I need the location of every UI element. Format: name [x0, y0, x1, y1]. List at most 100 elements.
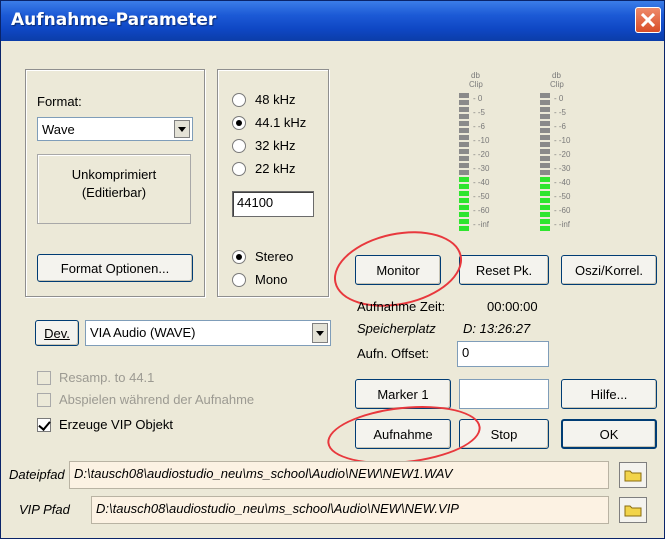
meter-segment — [459, 128, 469, 133]
offset-input[interactable]: 0 — [457, 341, 549, 367]
meter-segment — [540, 219, 550, 224]
meter-segment — [459, 177, 469, 182]
meter-segment — [459, 156, 469, 161]
meter-scale-label: - -60 — [473, 206, 490, 215]
radio-44khz[interactable] — [232, 116, 246, 130]
vip-pfad-browse-button[interactable] — [619, 497, 647, 523]
dev-button[interactable]: Dev. — [35, 320, 79, 346]
format-selected-value: Wave — [42, 122, 75, 137]
ok-button-label: OK — [599, 426, 619, 442]
meter-segment — [540, 226, 550, 231]
reset-pk-button-label: Reset Pk. — [475, 262, 533, 278]
ok-button[interactable]: OK — [561, 419, 657, 449]
meter-segment — [540, 191, 550, 196]
meter-scale-label: - -6 — [473, 122, 485, 131]
meter-segment — [459, 135, 469, 140]
reset-pk-button[interactable]: Reset Pk. — [459, 255, 549, 285]
meter-scale-label: - 0 — [473, 94, 483, 103]
marker-input[interactable] — [459, 379, 549, 409]
meter-segment — [540, 177, 550, 182]
vip-pfad-input[interactable]: D:\tausch08\audiostudio_neu\ms_school\Au… — [91, 496, 609, 524]
sample-rate-input[interactable]: 44100 — [232, 191, 314, 217]
meter-segment — [540, 184, 550, 189]
chevron-down-icon — [174, 120, 190, 138]
dateipfad-label: Dateipfad — [9, 467, 65, 482]
meter-segment — [540, 121, 550, 126]
dialog-window: Aufnahme-Parameter Format: Wave Unkompri… — [0, 0, 665, 539]
close-icon — [641, 13, 655, 27]
oszi-korrel-button[interactable]: Oszi/Korrel. — [561, 255, 657, 285]
meter-segment — [459, 219, 469, 224]
dev-button-label: Dev. — [44, 325, 70, 341]
meter-segment — [540, 135, 550, 140]
vip-pfad-label: VIP Pfad — [19, 502, 70, 517]
radio-22khz[interactable] — [232, 162, 246, 176]
radio-stereo-label: Stereo — [255, 249, 294, 264]
meter-segment — [540, 205, 550, 210]
close-button[interactable] — [635, 7, 661, 33]
meter-segment — [540, 170, 550, 175]
dateipfad-input[interactable]: D:\tausch08\audiostudio_neu\ms_school\Au… — [69, 461, 609, 489]
meter-scale-label: - -inf — [473, 220, 489, 229]
meter-segment — [459, 142, 469, 147]
meter-segment — [540, 114, 550, 119]
meter-db-header: db — [471, 71, 480, 80]
meter-scale-label: - -60 — [554, 206, 571, 215]
radio-32khz[interactable] — [232, 139, 246, 153]
marker-button[interactable]: Marker 1 — [355, 379, 451, 409]
dateipfad-browse-button[interactable] — [619, 462, 647, 488]
device-dropdown[interactable]: VIA Audio (WAVE) — [85, 320, 331, 346]
meter-segment — [459, 170, 469, 175]
meter-scale-label: - -5 — [473, 108, 485, 117]
meter-scale-label: - -40 — [473, 178, 490, 187]
meter-segment — [459, 100, 469, 105]
meter-scale-label: - -20 — [554, 150, 571, 159]
format-label: Format: — [37, 94, 82, 109]
meter-segment — [540, 198, 550, 203]
meter-scale-label: - -50 — [554, 192, 571, 201]
resamp-checkbox[interactable] — [37, 371, 51, 385]
meter-clip-header: Clip — [550, 80, 564, 89]
chevron-down-icon — [312, 323, 328, 343]
meter-segment — [459, 205, 469, 210]
abspielen-checkbox[interactable] — [37, 393, 51, 407]
meter-scale-label: - -40 — [554, 178, 571, 187]
folder-icon — [624, 505, 642, 517]
device-selected-value: VIA Audio (WAVE) — [90, 325, 196, 340]
meter-scale-label: - -inf — [554, 220, 570, 229]
folder-icon — [624, 470, 642, 482]
resamp-label: Resamp. to 44.1 — [59, 370, 155, 385]
meter-segment — [540, 149, 550, 154]
radio-44khz-label: 44.1 kHz — [255, 115, 307, 130]
vip-checkbox[interactable] — [37, 418, 51, 432]
meter-scale-label: - -20 — [473, 150, 490, 159]
meter-segment — [540, 212, 550, 217]
speicherplatz-value: D: 13:26:27 — [463, 321, 531, 336]
meter-segment — [459, 226, 469, 231]
meter-scale-label: - -5 — [554, 108, 566, 117]
meter-segment — [459, 184, 469, 189]
meter-segment — [459, 191, 469, 196]
radio-mono[interactable] — [232, 273, 246, 287]
meter-segment — [540, 93, 550, 98]
meter-clip-header: Clip — [469, 80, 483, 89]
offset-label: Aufn. Offset: — [357, 346, 430, 361]
meter-scale-label: - 0 — [554, 94, 564, 103]
hilfe-button[interactable]: Hilfe... — [561, 379, 657, 409]
meter-segment — [459, 114, 469, 119]
aufnahme-zeit-label: Aufnahme Zeit: — [357, 299, 446, 314]
meter-segment — [459, 163, 469, 168]
radio-22khz-label: 22 kHz — [255, 161, 296, 176]
meter-segment — [540, 107, 550, 112]
meter-scale-label: - -30 — [554, 164, 571, 173]
meter-segment — [540, 156, 550, 161]
compression-line2: (Editierbar) — [81, 185, 147, 200]
radio-48khz[interactable] — [232, 93, 246, 107]
meter-segment — [540, 163, 550, 168]
format-dropdown[interactable]: Wave — [37, 117, 193, 141]
compression-info-box: Unkomprimiert (Editierbar) — [37, 154, 191, 224]
title-bar[interactable]: Aufnahme-Parameter — [1, 1, 664, 41]
format-options-button[interactable]: Format Optionen... — [37, 254, 193, 282]
radio-mono-label: Mono — [255, 272, 288, 287]
radio-stereo[interactable] — [232, 250, 246, 264]
